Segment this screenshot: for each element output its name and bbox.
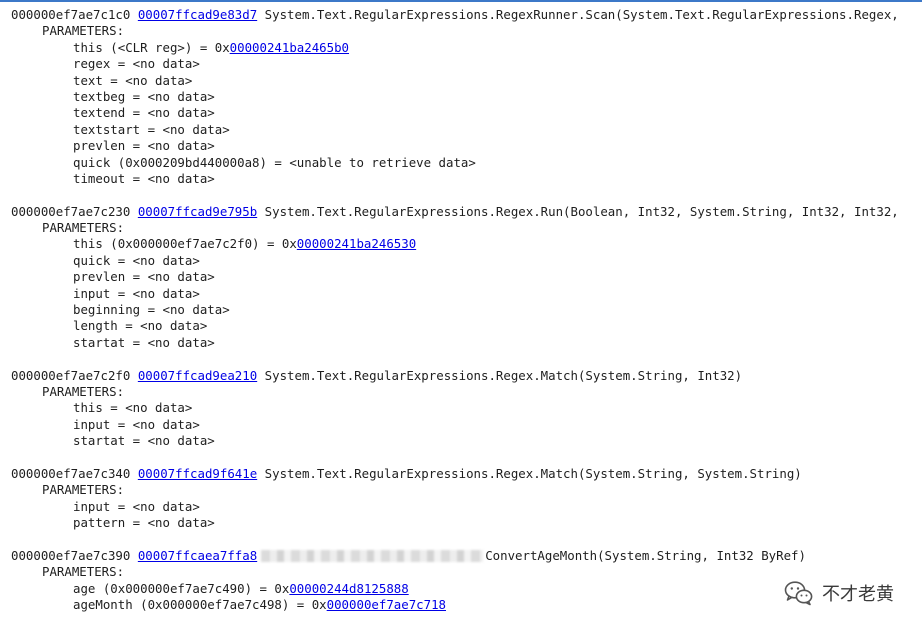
parameter-line: startat = <no data>: [73, 433, 215, 449]
parameters-label: PARAMETERS:: [42, 383, 125, 399]
parameter-line: this (0x000000ef7ae7c2f0) = 0x00000241ba…: [73, 236, 417, 252]
parameter-line: input = <no data>: [73, 285, 200, 301]
frame-separator: [11, 351, 922, 367]
parameter-line: textend = <no data>: [73, 105, 215, 121]
stack-frame-header: 000000ef7ae7c2f0 00007ffcad9ea210 System…: [11, 368, 922, 384]
stack-frame-header: 000000ef7ae7c390 00007ffcaea7ffa8 Convert…: [11, 548, 922, 564]
frame-address: 000000ef7ae7c340: [11, 465, 131, 481]
parameter-line: quick = <no data>: [73, 252, 200, 268]
parameter-line: timeout = <no data>: [73, 170, 215, 186]
frame-method: System.Text.RegularExpressions.Regex.Mat…: [264, 465, 802, 481]
wechat-icon: [784, 580, 814, 606]
parameter-line: pattern = <no data>: [73, 515, 215, 531]
frame-separator: [11, 187, 922, 203]
watermark-text: 不才老黄: [822, 584, 894, 605]
frame-ip-link[interactable]: 00007ffcad9e795b: [138, 204, 257, 219]
frame-address: 000000ef7ae7c1c0: [11, 7, 131, 22]
parameter-line: input = <no data>: [73, 498, 200, 514]
parameter-value-link[interactable]: 00000241ba2465b0: [230, 40, 349, 55]
parameter-value-link[interactable]: 00000244d8125888: [289, 581, 408, 596]
parameter-line: length = <no data>: [73, 318, 208, 334]
parameter-line: quick (0x000209bd440000a8) = <unable to …: [73, 154, 476, 170]
frame-method: ConvertAgeMonth(System.String, Int32 ByR…: [485, 547, 806, 563]
parameters-label: PARAMETERS:: [42, 482, 125, 498]
parameter-line: regex = <no data>: [73, 56, 200, 72]
parameter-line: startat = <no data>: [73, 334, 215, 350]
parameters-label: PARAMETERS:: [42, 23, 125, 39]
parameter-line: input = <no data>: [73, 416, 200, 432]
frame-ip-link[interactable]: 00007ffcad9ea210: [138, 368, 257, 383]
frame-method: System.Text.RegularExpressions.RegexRunn…: [264, 7, 899, 22]
frame-address: 000000ef7ae7c230: [11, 203, 131, 219]
frame-method: System.Text.RegularExpressions.Regex.Run…: [264, 203, 899, 219]
call-stack-output: 000000ef7ae7c1c0 00007ffcad9e83d7 System…: [11, 7, 922, 613]
frame-separator: [11, 450, 922, 466]
parameter-line: textbeg = <no data>: [73, 88, 215, 104]
frame-address: 000000ef7ae7c2f0: [11, 367, 131, 383]
parameter-value-link[interactable]: 00000241ba246530: [297, 236, 416, 251]
frame-ip-link[interactable]: 00007ffcaea7ffa8: [138, 548, 257, 563]
frame-ip-link[interactable]: 00007ffcad9e83d7: [138, 7, 257, 22]
parameter-line: textstart = <no data>: [73, 121, 230, 137]
watermark: 不才老黄: [784, 580, 894, 606]
stack-frame-header: 000000ef7ae7c230 00007ffcad9e795b System…: [11, 204, 922, 220]
parameters-label: PARAMETERS:: [42, 564, 125, 580]
frame-separator: [11, 532, 922, 548]
frame-address: 000000ef7ae7c390: [11, 547, 131, 563]
parameter-line: this (<CLR reg>) = 0x00000241ba2465b0: [73, 39, 350, 55]
parameter-line: text = <no data>: [73, 72, 193, 88]
window-top-border: [0, 0, 922, 2]
stack-frame-header: 000000ef7ae7c1c0 00007ffcad9e83d7 System…: [11, 7, 922, 23]
frame-ip-link[interactable]: 00007ffcad9f641e: [138, 466, 257, 481]
stack-frame-header: 000000ef7ae7c340 00007ffcad9f641e System…: [11, 466, 922, 482]
frame-method: System.Text.RegularExpressions.Regex.Mat…: [264, 367, 743, 383]
parameter-line: prevlen = <no data>: [73, 269, 215, 285]
parameter-line: beginning = <no data>: [73, 302, 230, 318]
parameter-line: prevlen = <no data>: [73, 138, 215, 154]
redacted-namespace: [261, 550, 484, 563]
parameters-label: PARAMETERS:: [42, 220, 125, 236]
parameter-line: this = <no data>: [73, 400, 193, 416]
parameter-value-link[interactable]: 000000ef7ae7c718: [327, 597, 446, 612]
